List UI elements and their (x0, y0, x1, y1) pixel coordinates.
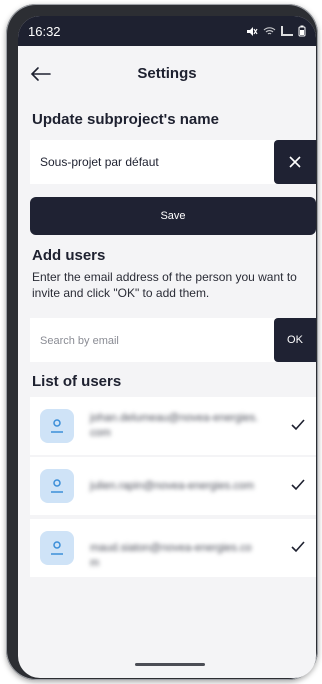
signal-icon (281, 26, 293, 36)
app-screen: 16:32 Settings Update subproject's name … (18, 16, 316, 678)
avatar (40, 531, 74, 565)
header: Settings (18, 56, 316, 92)
home-indicator[interactable] (135, 663, 205, 666)
add-users-title: Add users (32, 247, 106, 264)
mute-icon (247, 26, 258, 36)
user-list-item[interactable]: maud.siaton@novea-energies.com (30, 519, 316, 577)
subproject-name-row (30, 140, 316, 184)
user-email: maud.siaton@novea-energies.com (90, 542, 252, 569)
rename-section-title: Update subproject's name (32, 111, 219, 128)
phone-frame: 16:32 Settings Update subproject's name … (6, 4, 318, 680)
user-icon (51, 541, 63, 555)
battery-icon (298, 25, 306, 37)
user-list-item[interactable]: johan.delumeau@novea-energies.com (30, 397, 316, 455)
check-icon[interactable] (290, 477, 306, 493)
wifi-icon (263, 27, 276, 35)
avatar (40, 469, 74, 503)
user-email: johan.delumeau@novea-energies.com (90, 412, 259, 439)
save-button[interactable]: Save (30, 197, 316, 235)
user-icon (51, 419, 63, 433)
status-bar: 16:32 (18, 16, 316, 46)
status-icons (246, 25, 306, 37)
ok-button[interactable]: OK (274, 318, 316, 362)
clear-name-button[interactable] (274, 140, 316, 184)
users-list-title: List of users (32, 373, 122, 390)
avatar (40, 409, 74, 443)
check-icon[interactable] (290, 417, 306, 433)
user-list-item[interactable]: julien.rapin@novea-energies.com (30, 457, 316, 515)
email-search-row: OK (30, 318, 316, 362)
close-icon (289, 156, 301, 168)
user-icon (51, 479, 63, 493)
status-time: 16:32 (28, 23, 61, 39)
page-title: Settings (137, 65, 197, 82)
check-icon[interactable] (290, 539, 306, 555)
add-users-description: Enter the email address of the person yo… (32, 270, 297, 300)
user-email: julien.rapin@novea-energies.com (90, 480, 255, 492)
